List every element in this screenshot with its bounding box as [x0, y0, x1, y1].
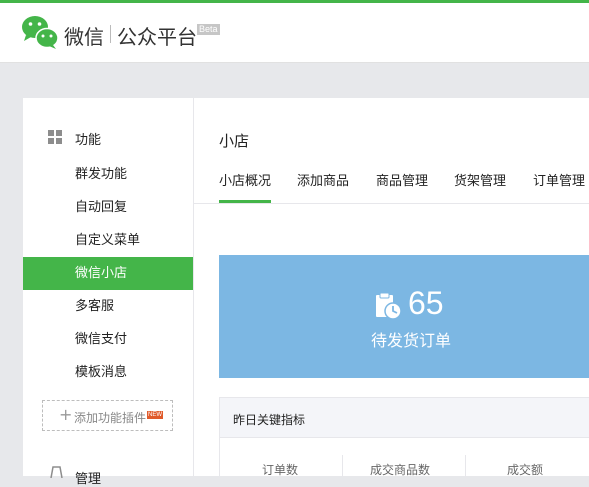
sidebar-item-wechat-pay[interactable]: 微信支付	[23, 323, 193, 356]
sidebar-section-manage-label: 管理	[75, 472, 102, 487]
pending-order-label: 待发货订单	[371, 331, 452, 350]
sidebar-section-manage: 管理	[23, 460, 193, 487]
add-plugin-label: 添加功能插件	[74, 411, 147, 425]
pending-orders-card[interactable]: 65 待发货订单	[219, 255, 589, 378]
sidebar-section-label: 功能	[75, 133, 102, 148]
pending-order-count: 65	[408, 285, 444, 321]
metric-revenue-label: 成交额	[507, 463, 544, 477]
key-metrics-header: 昨日关键指标	[220, 398, 589, 438]
sidebar-item-auto-reply[interactable]: 自动回复	[23, 191, 193, 224]
sidebar-section-function: 功能	[23, 126, 193, 148]
new-badge: NEW	[147, 411, 163, 419]
tab-shelf-management[interactable]: 货架管理	[454, 162, 506, 203]
grid-icon	[48, 130, 62, 144]
tab-order-management[interactable]: 订单管理	[533, 162, 585, 203]
add-plugin-button[interactable]: + 添加功能插件 NEW	[42, 400, 173, 431]
tab-bar: 小店概况 添加商品 商品管理 货架管理 订单管理	[194, 162, 589, 204]
beta-badge: Beta	[197, 24, 220, 35]
key-metrics-title: 昨日关键指标	[233, 413, 306, 427]
sidebar-item-template-message[interactable]: 模板消息	[23, 356, 193, 389]
wechat-logo-icon[interactable]	[21, 14, 59, 50]
page-title: 小店	[219, 132, 250, 150]
tab-product-management[interactable]: 商品管理	[376, 162, 428, 203]
sidebar: 功能 群发功能 自动回复 自定义菜单 微信小店 多客服 微信支付 模板消息 + …	[23, 98, 194, 487]
tab-store-overview[interactable]: 小店概况	[219, 162, 272, 203]
sidebar-item-customer-service[interactable]: 多客服	[23, 290, 193, 323]
metric-order-count-label: 订单数	[262, 463, 299, 477]
main-content: 小店 小店概况 添加商品 商品管理 货架管理 订单管理 65 待发货订单 昨日关…	[194, 98, 589, 477]
key-metrics-panel: 昨日关键指标 订单数 成交商品数 成交额	[219, 397, 589, 477]
sidebar-item-wechat-store[interactable]: 微信小店	[23, 257, 193, 290]
top-header: 微信 公众平台 Beta	[0, 3, 589, 63]
metric-divider	[342, 455, 343, 477]
tab-add-product[interactable]: 添加商品	[297, 162, 349, 203]
plus-icon: +	[59, 405, 73, 424]
sidebar-item-custom-menu[interactable]: 自定义菜单	[23, 224, 193, 257]
header-divider	[110, 25, 111, 43]
metric-items-sold-label: 成交商品数	[370, 463, 431, 477]
brand-name: 微信	[64, 25, 104, 49]
sidebar-item-mass-send[interactable]: 群发功能	[23, 158, 193, 191]
content-panel: 功能 群发功能 自动回复 自定义菜单 微信小店 多客服 微信支付 模板消息 + …	[23, 98, 589, 487]
platform-name: 公众平台	[117, 25, 197, 49]
metric-divider	[465, 455, 466, 477]
manage-icon	[50, 466, 63, 478]
clipboard-clock-icon	[376, 292, 402, 320]
